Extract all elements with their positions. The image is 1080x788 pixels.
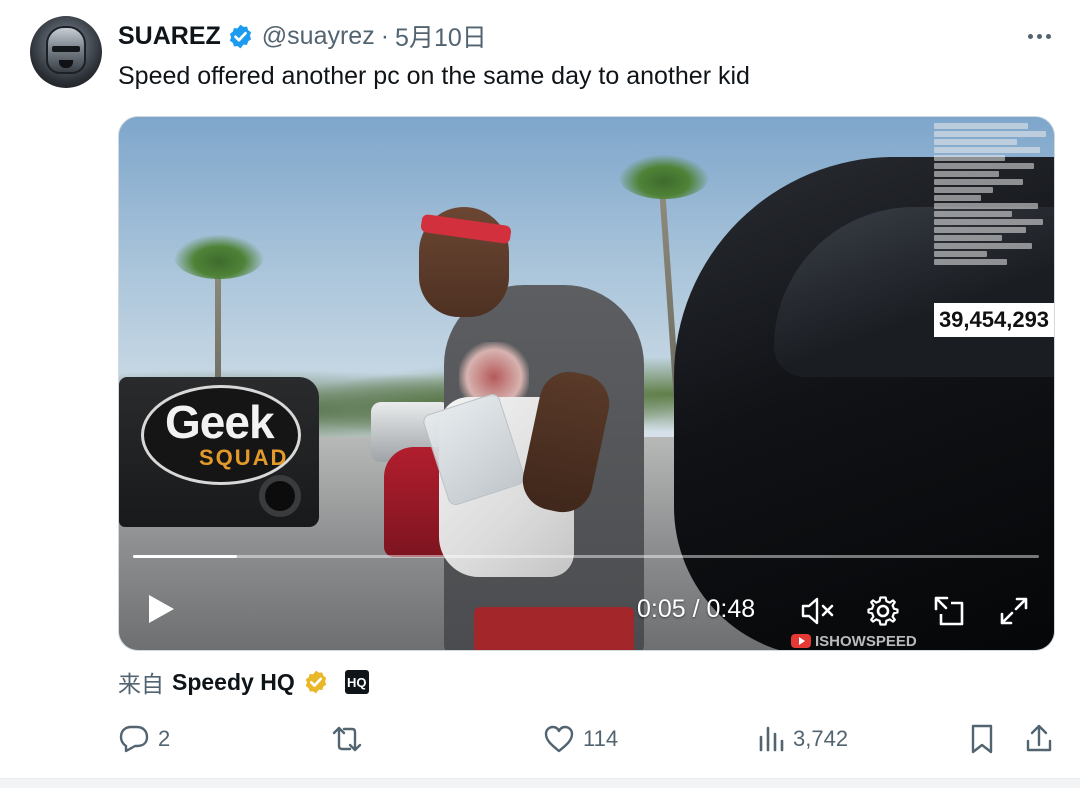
- display-name[interactable]: SUAREZ: [118, 22, 221, 51]
- like-button[interactable]: 114: [543, 718, 618, 760]
- view-count: 3,742: [793, 726, 849, 751]
- play-icon: [149, 595, 174, 623]
- current-time: 0:05: [637, 595, 686, 623]
- repost-arrows-icon: [332, 726, 362, 752]
- header-separator: ·: [380, 21, 390, 50]
- user-handle[interactable]: @suayrez: [262, 22, 375, 51]
- youtube-logo-icon: [791, 634, 811, 648]
- palm-crown: [619, 155, 709, 199]
- video-source: 来自 Speedy HQ HQ: [118, 665, 369, 699]
- gear-icon: [867, 596, 899, 626]
- gold-verified-badge-icon: [305, 670, 326, 694]
- channel-watermark: ISHOWSPEED: [791, 631, 917, 650]
- video-player[interactable]: Geek SQUAD 39,454,293 0:05 / 0:48 ISHOWS…: [118, 116, 1055, 651]
- avatar[interactable]: [30, 16, 102, 88]
- action-bar: 2 114 3,742: [0, 718, 1080, 760]
- settings-button[interactable]: [864, 592, 902, 630]
- fullscreen-button[interactable]: [995, 592, 1033, 630]
- duration: 0:48: [706, 595, 756, 623]
- stream-chat-overlay: [934, 121, 1052, 291]
- time-separator: /: [692, 595, 700, 623]
- play-button[interactable]: [141, 589, 181, 629]
- mute-button[interactable]: [799, 592, 837, 630]
- tweet-header: SUAREZ @suayrez · 5月10日: [118, 18, 487, 54]
- reply-button[interactable]: 2: [118, 718, 170, 760]
- share-button[interactable]: [1024, 718, 1054, 760]
- picture-in-picture-button[interactable]: [930, 592, 968, 630]
- feed-divider: [0, 778, 1080, 788]
- tweet-date[interactable]: 5月10日: [395, 18, 487, 54]
- source-prefix: 来自: [118, 671, 164, 697]
- progress-bar[interactable]: [133, 555, 1039, 558]
- watermark-text: ISHOWSPEED: [815, 632, 917, 650]
- bookmark-button[interactable]: [968, 718, 996, 760]
- reply-bubble-icon: [119, 725, 149, 753]
- affiliate-logo[interactable]: HQ: [344, 670, 369, 694]
- geek-sign-text: Geek: [165, 396, 275, 448]
- like-count: 114: [583, 726, 619, 751]
- bookmark-icon: [971, 724, 993, 754]
- views-button[interactable]: 3,742: [757, 718, 848, 760]
- bar-chart-icon: [759, 726, 784, 752]
- reply-count: 2: [158, 726, 171, 751]
- van-wheel: [259, 475, 301, 517]
- fullscreen-icon: [1000, 597, 1028, 625]
- repost-button[interactable]: [330, 718, 364, 760]
- progress-fill: [133, 555, 238, 558]
- helmet-visor: [52, 46, 80, 52]
- source-account-name[interactable]: Speedy HQ: [172, 669, 295, 696]
- video-time: 0:05 / 0:48: [637, 595, 755, 624]
- tweet-card[interactable]: SUAREZ @suayrez · 5月10日 Speed offered an…: [0, 0, 1080, 778]
- picture-in-picture-icon: [934, 596, 964, 626]
- share-upload-icon: [1026, 724, 1052, 752]
- tweet-text: Speed offered another pc on the same day…: [118, 62, 750, 90]
- viewer-count-overlay: 39,454,293: [934, 303, 1054, 337]
- heart-icon: [544, 725, 574, 753]
- verified-badge-icon: [229, 24, 251, 48]
- more-horizontal-icon[interactable]: [1022, 22, 1056, 50]
- squad-sign-text: SQUAD: [199, 445, 289, 470]
- red-shorts: [474, 607, 634, 650]
- palm-crown: [174, 235, 264, 279]
- volume-muted-icon: [801, 597, 834, 625]
